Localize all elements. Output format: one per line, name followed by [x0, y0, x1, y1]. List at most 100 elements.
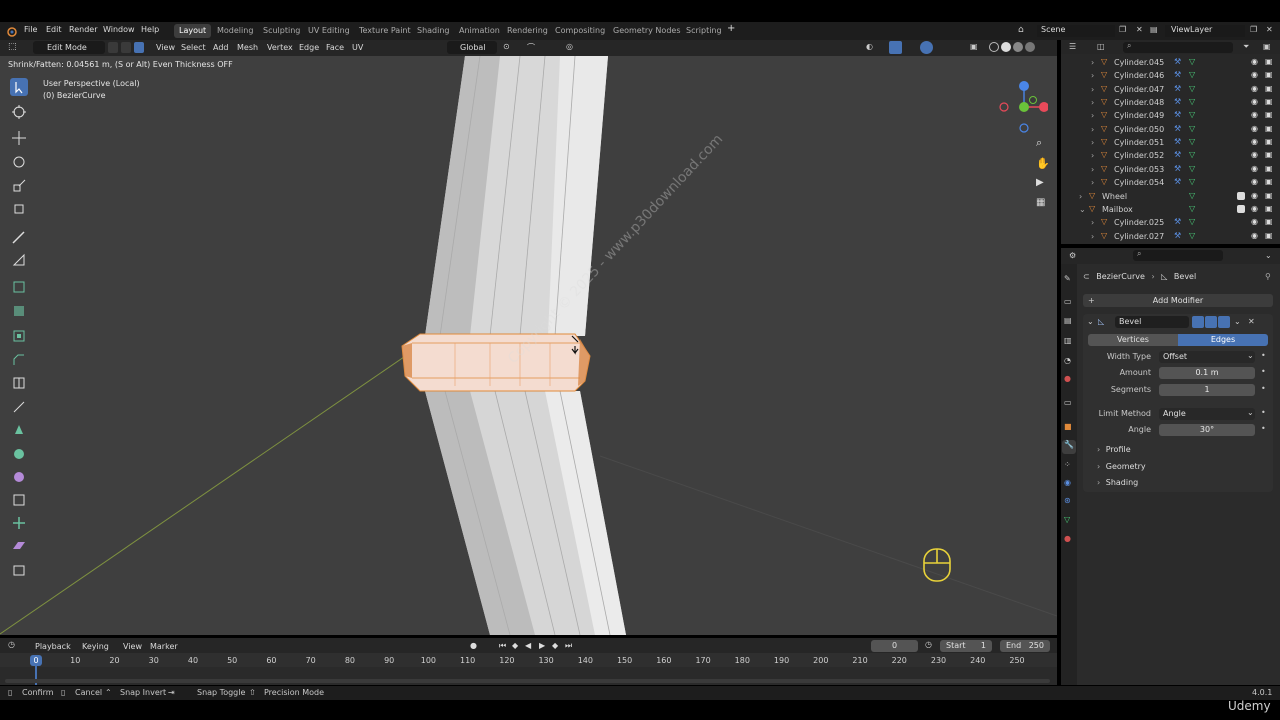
tab-layout[interactable]: Layout [174, 24, 212, 38]
new-collection-icon[interactable]: ▣ [1263, 42, 1271, 51]
camera-icon[interactable]: ▣ [1265, 84, 1273, 93]
tab-texture-paint[interactable]: Texture Paint [354, 24, 416, 38]
loop-cut-tool-icon[interactable] [10, 374, 28, 392]
clock-icon[interactable]: ◷ [925, 640, 932, 649]
add-workspace-icon[interactable]: + [727, 23, 735, 34]
viewport-menu-add[interactable]: Add [213, 43, 229, 52]
viewport-menu-edge[interactable]: Edge [299, 43, 319, 52]
visibility-icon[interactable]: ◐ [866, 42, 873, 51]
eye-icon[interactable]: ◉ [1251, 110, 1258, 119]
properties-search-input[interactable]: ⌕ [1133, 249, 1223, 261]
modifier-wrench-icon[interactable]: ⚒ [1174, 217, 1181, 226]
view-layer-tab-icon[interactable]: ▥ [1064, 336, 1072, 345]
shading-rendered-icon[interactable] [1025, 42, 1035, 52]
expand-chevron-icon[interactable]: › [1091, 232, 1094, 241]
view-layer-selector[interactable]: ViewLayer [1165, 25, 1245, 37]
next-keyframe-icon[interactable]: ◆ [552, 641, 558, 650]
exclude-checkbox-icon[interactable] [1237, 204, 1245, 213]
end-frame-field[interactable]: End 250 [1000, 640, 1050, 652]
menu-file[interactable]: File [24, 25, 37, 34]
modifier-wrench-icon[interactable]: ⚒ [1174, 150, 1181, 159]
camera-icon[interactable]: ▣ [1265, 124, 1273, 133]
outliner-row[interactable]: › ▽ Cylinder.053 ⚒ ▽ ◉ ▣ [1061, 164, 1280, 177]
keyframe-dot-icon[interactable]: • [1261, 367, 1266, 376]
collection-tab-icon[interactable]: ▭ [1064, 398, 1072, 407]
prev-keyframe-icon[interactable]: ◆ [512, 641, 518, 650]
tab-sculpting[interactable]: Sculpting [258, 24, 305, 38]
outliner-row[interactable]: › ▽ Cylinder.050 ⚒ ▽ ◉ ▣ [1061, 124, 1280, 137]
collapse-modifier-icon[interactable]: ⌄ [1087, 317, 1094, 326]
measure-tool-icon[interactable] [10, 251, 28, 269]
tab-shading[interactable]: Shading [412, 24, 455, 38]
editor-type-icon[interactable]: ⬚ [8, 42, 17, 52]
outliner-row[interactable]: ⌄ ▽ Mailbox ▽ ◉ ▣ [1061, 204, 1280, 217]
camera-view-icon[interactable]: ▶ [1036, 177, 1044, 188]
tab-compositing[interactable]: Compositing [550, 24, 610, 38]
mode-selector[interactable]: Edit Mode [33, 41, 105, 54]
viewport-menu-face[interactable]: Face [326, 43, 344, 52]
affect-vertices-button[interactable]: Vertices [1088, 334, 1178, 346]
shading-subpanel[interactable]: › Shading [1097, 478, 1138, 487]
eye-icon[interactable]: ◉ [1251, 217, 1258, 226]
current-frame-field[interactable]: 0 [871, 640, 918, 652]
camera-icon[interactable]: ▣ [1265, 97, 1273, 106]
render-tab-icon[interactable]: ▭ [1064, 297, 1072, 306]
camera-icon[interactable]: ▣ [1265, 177, 1273, 186]
eye-icon[interactable]: ◉ [1251, 164, 1258, 173]
eye-icon[interactable]: ◉ [1251, 204, 1258, 213]
inset-tool-icon[interactable] [10, 327, 28, 345]
xray-icon[interactable]: ▣ [970, 42, 978, 51]
start-frame-field[interactable]: Start 1 [940, 640, 992, 652]
remove-view-layer-icon[interactable]: ✕ [1266, 25, 1273, 34]
blender-logo-icon[interactable] [6, 25, 18, 37]
outliner-row[interactable]: › ▽ Cylinder.054 ⚒ ▽ ◉ ▣ [1061, 177, 1280, 190]
eye-icon[interactable]: ◉ [1251, 84, 1258, 93]
add-cube-tool-icon[interactable] [10, 277, 28, 295]
play-reverse-icon[interactable]: ◀ [525, 641, 531, 650]
properties-options-icon[interactable]: ⌄ [1265, 251, 1272, 260]
render-toggle-icon[interactable] [1218, 316, 1230, 328]
transform-tool-icon[interactable] [10, 200, 28, 218]
tool-tab-icon[interactable]: ✎ [1064, 274, 1071, 283]
poly-build-tool-icon[interactable] [10, 421, 28, 439]
expand-chevron-icon[interactable]: › [1079, 192, 1082, 201]
remove-modifier-icon[interactable]: ✕ [1248, 317, 1255, 326]
edge-select-icon[interactable] [121, 42, 131, 53]
modifier-wrench-icon[interactable]: ⚒ [1174, 84, 1181, 93]
tab-uv-editing[interactable]: UV Editing [303, 24, 355, 38]
world-tab-icon[interactable]: ● [1064, 374, 1071, 383]
outliner-row[interactable]: › ▽ Cylinder.045 ⚒ ▽ ◉ ▣ [1061, 57, 1280, 70]
amount-field[interactable]: 0.1 m [1159, 367, 1255, 379]
mesh-data-icon[interactable]: ▽ [1189, 57, 1195, 66]
extrude-tool-icon[interactable] [10, 302, 28, 320]
eye-icon[interactable]: ◉ [1251, 97, 1258, 106]
tab-geometry-nodes[interactable]: Geometry Nodes [608, 24, 685, 38]
keyframe-dot-icon[interactable]: • [1261, 408, 1266, 417]
outliner-row[interactable]: › ▽ Cylinder.046 ⚒ ▽ ◉ ▣ [1061, 70, 1280, 83]
physics-tab-icon[interactable]: ◉ [1064, 478, 1071, 487]
knife-tool-icon[interactable] [10, 398, 28, 416]
mesh-data-icon[interactable]: ▽ [1189, 97, 1195, 106]
modifier-menu-icon[interactable]: ⌄ [1234, 317, 1241, 326]
camera-icon[interactable]: ▣ [1265, 217, 1273, 226]
width-type-select[interactable]: Offset [1159, 351, 1255, 363]
play-icon[interactable]: ▶ [539, 641, 545, 650]
select-box-tool-icon[interactable] [10, 78, 28, 96]
timeline-editor-icon[interactable]: ◷ [8, 640, 15, 649]
mesh-data-icon[interactable]: ▽ [1189, 137, 1195, 146]
camera-icon[interactable]: ▣ [1265, 70, 1273, 79]
camera-icon[interactable]: ▣ [1265, 164, 1273, 173]
expand-chevron-icon[interactable]: ⌄ [1079, 205, 1086, 214]
mesh-data-icon[interactable]: ▽ [1189, 177, 1195, 186]
expand-chevron-icon[interactable]: › [1091, 85, 1094, 94]
scene-tab-icon[interactable]: ◔ [1064, 356, 1071, 365]
eye-icon[interactable]: ◉ [1251, 137, 1258, 146]
viewport-menu-uv[interactable]: UV [352, 43, 363, 52]
expand-chevron-icon[interactable]: › [1091, 58, 1094, 67]
tab-modeling[interactable]: Modeling [212, 24, 258, 38]
tab-scripting[interactable]: Scripting [681, 24, 727, 38]
editmode-toggle-icon[interactable] [1192, 316, 1204, 328]
shading-wireframe-icon[interactable] [989, 42, 999, 52]
expand-chevron-icon[interactable]: › [1091, 165, 1094, 174]
segments-field[interactable]: 1 [1159, 384, 1255, 396]
